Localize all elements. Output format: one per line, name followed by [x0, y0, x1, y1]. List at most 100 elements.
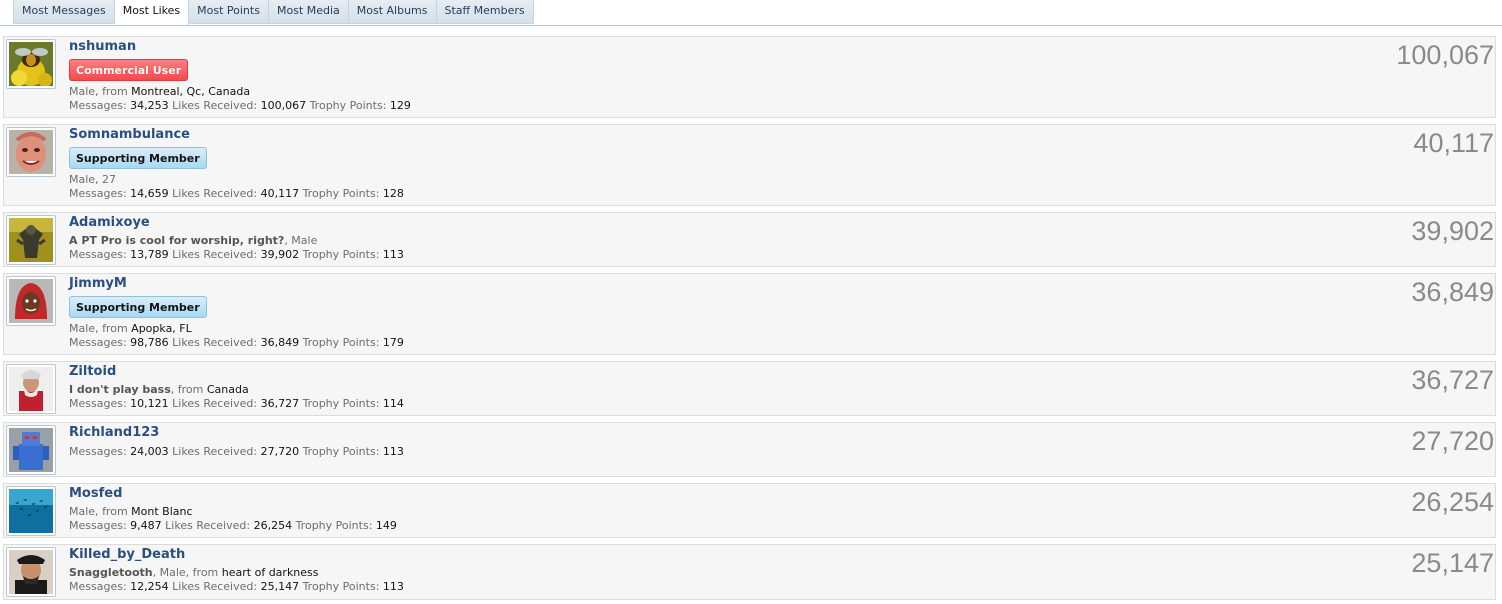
likes-count: 100,067: [260, 99, 307, 112]
likes-count: 39,902: [260, 248, 300, 261]
trophy-points: 114: [382, 397, 404, 410]
user-banner: Supporting Member: [69, 296, 207, 318]
member-details: Male, from Mont Blanc: [69, 505, 193, 518]
member-avatar[interactable]: [6, 127, 56, 177]
member-location[interactable]: Mont Blanc: [131, 505, 192, 518]
member-username[interactable]: Adamixoye: [69, 215, 1275, 230]
member-info: JimmyM Supporting Member Male, from Apop…: [69, 276, 1275, 350]
member-row: Killed_by_Death Snaggletooth, Male, from…: [3, 544, 1496, 600]
member-stats: Messages: 9,487 Likes Received: 26,254 T…: [69, 519, 397, 532]
rocker-man-icon: [9, 550, 53, 594]
member-stats: Messages: 34,253 Likes Received: 100,067…: [69, 99, 411, 112]
member-stats: Messages: 14,659 Likes Received: 40,117 …: [69, 187, 404, 200]
member-row: JimmyM Supporting Member Male, from Apop…: [3, 273, 1496, 355]
messages-count: 24,003: [130, 445, 169, 458]
member-details: Male, from Montreal, Qc, Canada: [69, 85, 251, 98]
member-username[interactable]: nshuman: [69, 39, 1275, 54]
member-avatar[interactable]: [6, 425, 56, 475]
member-username[interactable]: Killed_by_Death: [69, 547, 1275, 562]
messages-count: 13,789: [130, 248, 169, 261]
member-details: Snaggletooth, Male, from heart of darkne…: [69, 566, 319, 579]
member-avatar[interactable]: [6, 215, 56, 265]
custom-title: I don't play bass: [69, 383, 171, 396]
member-avatar[interactable]: [6, 364, 56, 414]
likes-count: 40,117: [260, 187, 300, 200]
member-row: nshuman Commercial User Male, from Montr…: [3, 36, 1496, 118]
member-info: Somnambulance Supporting Member Male, 27…: [69, 127, 1275, 201]
member-info: nshuman Commercial User Male, from Montr…: [69, 39, 1275, 113]
messages-count: 9,487: [130, 519, 162, 532]
tab-most-points[interactable]: Most Points: [189, 0, 269, 24]
user-banner: Supporting Member: [69, 147, 207, 169]
member-info: Ziltoid I don't play bass, from Canada M…: [69, 364, 1275, 411]
tab-most-messages[interactable]: Most Messages: [13, 0, 115, 24]
member-stats: Messages: 24,003 Likes Received: 27,720 …: [69, 445, 404, 458]
member-avatar[interactable]: [6, 39, 56, 89]
monster-figure-icon: [9, 218, 53, 262]
trophy-points: 149: [375, 519, 397, 532]
likes-count: 27,720: [260, 445, 300, 458]
face-icon: [9, 130, 53, 174]
member-username[interactable]: Richland123: [69, 425, 1275, 440]
member-stats: Messages: 98,786 Likes Received: 36,849 …: [69, 336, 404, 349]
member-details: I don't play bass, from Canada: [69, 383, 249, 396]
member-info: Richland123 Messages: 24,003 Likes Recei…: [69, 425, 1275, 459]
member-details: A PT Pro is cool for worship, right?, Ma…: [69, 234, 318, 247]
member-details: Male, 27: [69, 173, 117, 186]
member-username[interactable]: Somnambulance: [69, 127, 1275, 142]
messages-count: 98,786: [130, 336, 169, 349]
member-score: 26,254: [1411, 487, 1494, 517]
tabs-divider: [0, 25, 1502, 26]
member-score: 39,902: [1411, 216, 1494, 246]
member-info: Adamixoye A PT Pro is cool for worship, …: [69, 215, 1275, 262]
member-location[interactable]: heart of darkness: [222, 566, 319, 579]
custom-title: A PT Pro is cool for worship, right?: [69, 234, 285, 247]
member-username[interactable]: JimmyM: [69, 276, 1275, 291]
member-username[interactable]: Mosfed: [69, 486, 1275, 501]
member-score: 25,147: [1411, 548, 1494, 578]
member-stats: Messages: 12,254 Likes Received: 25,147 …: [69, 580, 404, 593]
leaderboard-tabs: Most Messages Most Likes Most Points Mos…: [13, 0, 534, 26]
messages-count: 34,253: [130, 99, 169, 112]
messages-count: 12,254: [130, 580, 169, 593]
member-row: Mosfed Male, from Mont Blanc Messages: 9…: [3, 483, 1496, 538]
trophy-points: 129: [389, 99, 411, 112]
bearded-man-icon: [9, 367, 53, 411]
trophy-points: 113: [382, 248, 404, 261]
member-row: Somnambulance Supporting Member Male, 27…: [3, 124, 1496, 206]
trophy-points: 179: [382, 336, 404, 349]
tab-staff-members[interactable]: Staff Members: [436, 0, 534, 24]
member-location[interactable]: Canada: [207, 383, 249, 396]
tab-most-media[interactable]: Most Media: [268, 0, 349, 24]
tab-most-likes[interactable]: Most Likes: [114, 0, 190, 26]
likes-count: 25,147: [260, 580, 300, 593]
member-avatar[interactable]: [6, 547, 56, 597]
member-location[interactable]: Apopka, FL: [131, 322, 192, 335]
member-stats: Messages: 13,789 Likes Received: 39,902 …: [69, 248, 404, 261]
trophy-points: 113: [382, 445, 404, 458]
custom-title: Snaggletooth: [69, 566, 153, 579]
messages-count: 14,659: [130, 187, 169, 200]
trophy-points: 128: [382, 187, 404, 200]
messages-count: 10,121: [130, 397, 169, 410]
user-banner: Commercial User: [69, 59, 189, 81]
likes-count: 36,727: [260, 397, 300, 410]
member-row: Richland123 Messages: 24,003 Likes Recei…: [3, 422, 1496, 477]
member-location[interactable]: Montreal, Qc, Canada: [131, 85, 250, 98]
member-row: Adamixoye A PT Pro is cool for worship, …: [3, 212, 1496, 267]
trophy-points: 113: [382, 580, 404, 593]
member-details: Male, from Apopka, FL: [69, 322, 192, 335]
hooded-figure-icon: [9, 279, 53, 323]
member-row: Ziltoid I don't play bass, from Canada M…: [3, 361, 1496, 416]
bee-on-flower-icon: [9, 42, 53, 86]
robot-toy-icon: [9, 428, 53, 472]
member-info: Mosfed Male, from Mont Blanc Messages: 9…: [69, 486, 1275, 533]
member-score: 36,849: [1411, 277, 1494, 307]
likes-count: 36,849: [260, 336, 300, 349]
member-score: 100,067: [1396, 40, 1494, 70]
member-avatar[interactable]: [6, 486, 56, 536]
likes-count: 26,254: [253, 519, 293, 532]
member-avatar[interactable]: [6, 276, 56, 326]
tab-most-albums[interactable]: Most Albums: [348, 0, 437, 24]
member-username[interactable]: Ziltoid: [69, 364, 1275, 379]
